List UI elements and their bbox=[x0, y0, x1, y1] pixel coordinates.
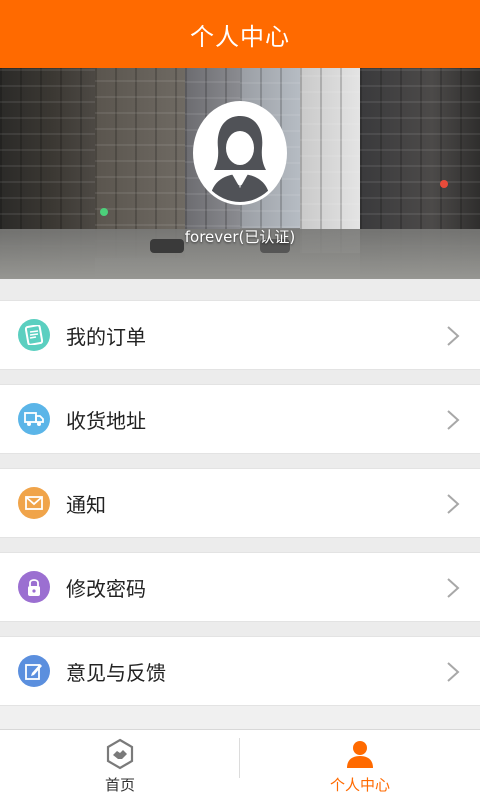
menu-item-label: 我的订单 bbox=[66, 324, 146, 349]
tab-profile[interactable]: 个人中心 bbox=[240, 730, 480, 800]
menu-item-label: 修改密码 bbox=[66, 576, 146, 601]
banner-traffic-light bbox=[440, 180, 448, 188]
menu-item-notifications[interactable]: 通知 bbox=[0, 468, 480, 538]
user-avatar-icon bbox=[196, 104, 284, 202]
menu-item-change-password[interactable]: 修改密码 bbox=[0, 552, 480, 622]
home-handshake-icon bbox=[106, 738, 134, 770]
edit-pencil-icon bbox=[18, 655, 50, 687]
person-icon bbox=[347, 741, 373, 768]
banner-traffic-light bbox=[100, 208, 108, 216]
menu-item-address[interactable]: 收货地址 bbox=[0, 384, 480, 454]
top-header: 个人中心 bbox=[0, 0, 480, 68]
settings-menu: 我的订单 收货地址 通知 修改密码 意见与反馈 bbox=[0, 279, 480, 706]
delivery-truck-icon bbox=[18, 403, 50, 435]
tab-label: 首页 bbox=[104, 776, 135, 794]
lock-icon bbox=[18, 571, 50, 603]
tab-label: 个人中心 bbox=[329, 776, 390, 794]
chevron-right-icon bbox=[447, 662, 460, 682]
chevron-right-icon bbox=[447, 494, 460, 514]
menu-item-feedback[interactable]: 意见与反馈 bbox=[0, 636, 480, 706]
chevron-right-icon bbox=[447, 578, 460, 598]
menu-item-label: 意见与反馈 bbox=[66, 660, 166, 685]
page-title: 个人中心 bbox=[190, 22, 290, 51]
menu-item-orders[interactable]: 我的订单 bbox=[0, 300, 480, 370]
tab-home[interactable]: 首页 bbox=[0, 730, 240, 800]
menu-item-label: 收货地址 bbox=[66, 408, 146, 433]
envelope-icon bbox=[18, 487, 50, 519]
username-label: forever(已认证) bbox=[184, 228, 296, 246]
chevron-right-icon bbox=[447, 326, 460, 346]
bottom-tab-bar: 首页 个人中心 bbox=[0, 729, 480, 800]
order-document-icon bbox=[18, 319, 50, 351]
menu-item-label: 通知 bbox=[66, 492, 106, 517]
avatar[interactable] bbox=[193, 101, 287, 205]
chevron-right-icon bbox=[447, 410, 460, 430]
